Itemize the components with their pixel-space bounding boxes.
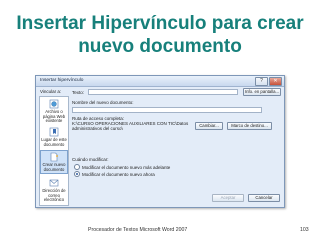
new-document-icon: [50, 152, 58, 162]
screentip-button[interactable]: Info. en pantalla...: [243, 88, 281, 96]
edit-now-label: Modificar el documento nuevo ahora: [82, 171, 155, 177]
edit-later-label: Modificar el documento nuevo más adelant…: [82, 164, 171, 170]
dialog-titlebar: Insertar hipervínculo ? ✕: [36, 76, 284, 87]
edit-now-radio[interactable]: [74, 171, 80, 177]
insert-hyperlink-dialog: Insertar hipervínculo ? ✕ Vincular a: Ar…: [35, 75, 285, 208]
help-button[interactable]: ?: [255, 77, 268, 86]
sidebar-label-line: electrónico: [43, 197, 65, 203]
new-document-name-label: Nombre del nuevo documento:: [72, 100, 134, 105]
sidebar-label-line: documento: [43, 166, 65, 172]
sidebar-label-line: existente: [45, 118, 63, 124]
sidebar-item-place-in-document[interactable]: Lugar de este documento: [40, 127, 68, 147]
cancel-button[interactable]: Cancelar: [248, 194, 280, 202]
slide-title-line-2: nuevo documento: [78, 36, 242, 57]
close-button[interactable]: ✕: [269, 77, 282, 86]
when-to-edit-label: Cuándo modificar:: [72, 157, 109, 162]
bookmark-place-icon: [49, 127, 59, 137]
edit-later-option[interactable]: Modificar el documento nuevo más adelant…: [74, 164, 170, 170]
email-icon: [49, 179, 59, 187]
sidebar-item-email-address[interactable]: Dirección de correo electrónico: [40, 178, 68, 203]
sidebar-label-line: documento: [43, 141, 65, 147]
full-path-value: K:\CURSO OPERACIONES AUXILIARES CON TIC\…: [72, 121, 189, 131]
link-to-label: Vincular a:: [40, 89, 62, 94]
ok-button[interactable]: Aceptar: [212, 194, 244, 202]
target-frame-button[interactable]: Marco de destino...: [227, 122, 272, 130]
dialog-title: Insertar hipervínculo: [40, 78, 84, 83]
sidebar-item-existing-file[interactable]: Archivo o página Web existente: [40, 99, 68, 124]
text-to-display-input[interactable]: [88, 89, 238, 95]
edit-now-option[interactable]: Modificar el documento nuevo ahora: [74, 171, 155, 177]
web-page-icon: [49, 99, 59, 109]
slide-title-line-1: Insertar Hipervínculo para crear: [16, 13, 304, 34]
slide-footer: Procesador de Textos Microsoft Word 2007: [88, 227, 188, 233]
change-path-button[interactable]: Cambiar...: [195, 122, 223, 130]
sidebar-item-create-new-document[interactable]: Crear nuevo documento: [40, 150, 68, 174]
link-to-sidebar: Archivo o página Web existente Lugar de …: [39, 96, 69, 206]
edit-later-radio[interactable]: [74, 164, 80, 170]
text-to-display-label: Texto:: [72, 90, 85, 95]
slide-title: Insertar Hipervínculo para crear nuevo d…: [0, 12, 320, 58]
page-number: 103: [300, 227, 309, 233]
new-document-name-input[interactable]: [72, 107, 262, 113]
